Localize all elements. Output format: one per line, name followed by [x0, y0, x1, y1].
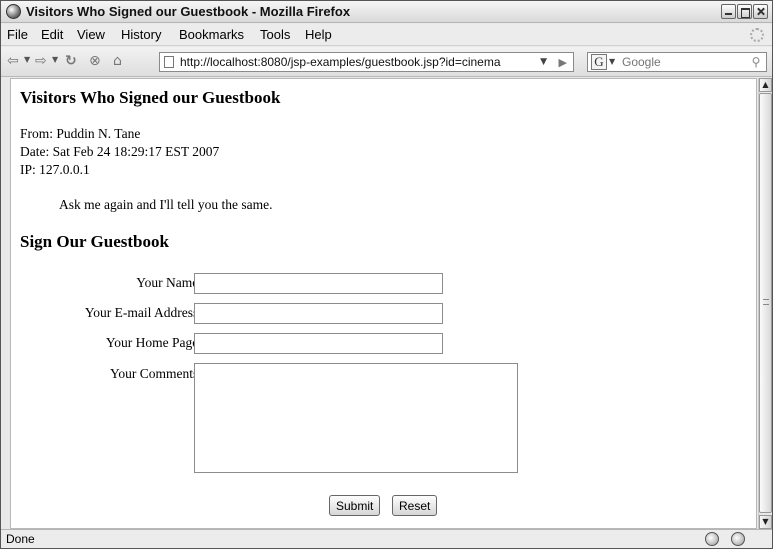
forward-icon[interactable]: ⇨ [35, 53, 47, 69]
homepage-input[interactable] [194, 333, 443, 354]
email-label: Your E-mail Address: [84, 305, 202, 320]
back-icon[interactable]: ⇦ [7, 53, 19, 69]
status-addon-icon[interactable] [705, 532, 719, 546]
email-input[interactable] [194, 303, 443, 324]
entry-date: Date: Sat Feb 24 18:29:17 EST 2007 [20, 144, 220, 159]
navigation-toolbar: ⇦ ▼ ⇨ ▼ ↻ ⊗ ⌂ http://localhost:8080/jsp-… [1, 47, 772, 77]
menu-edit[interactable]: Edit [41, 27, 63, 42]
address-url[interactable]: http://localhost:8080/jsp-examples/guest… [180, 55, 501, 69]
scrollbar-thumb[interactable] [759, 93, 772, 513]
name-input[interactable] [194, 273, 443, 294]
firefox-logo-icon [6, 4, 21, 19]
entry-comment: Ask me again and I'll tell you the same. [59, 197, 273, 212]
title-bar: Visitors Who Signed our Guestbook - Mozi… [1, 1, 772, 23]
comments-textarea[interactable] [194, 363, 518, 473]
search-box: G ▼ ⚲ [587, 52, 767, 72]
status-smiley-icon[interactable] [731, 532, 745, 546]
scroll-up-arrow-icon[interactable]: ▲ [759, 78, 772, 92]
menu-help[interactable]: Help [305, 27, 332, 42]
maximize-button[interactable] [737, 4, 752, 19]
go-icon[interactable]: ▶ [559, 56, 567, 69]
reload-icon[interactable]: ↻ [65, 53, 77, 69]
close-button[interactable] [753, 4, 768, 19]
home-icon[interactable]: ⌂ [113, 53, 122, 69]
stop-icon[interactable]: ⊗ [89, 53, 101, 69]
back-history-dropdown-icon[interactable]: ▼ [24, 55, 30, 64]
search-input[interactable] [620, 54, 730, 70]
menu-tools[interactable]: Tools [260, 27, 290, 42]
url-history-dropdown-icon[interactable]: ▼ [540, 57, 547, 67]
menu-bookmarks[interactable]: Bookmarks [179, 27, 244, 42]
homepage-label: Your Home Page: [105, 335, 202, 350]
name-label: Your Name: [136, 275, 202, 290]
entry-from: From: Puddin N. Tane [20, 126, 141, 141]
browser-window: Visitors Who Signed our Guestbook - Mozi… [0, 0, 773, 549]
menu-bar: File Edit View History Bookmarks Tools H… [1, 24, 772, 46]
reset-button[interactable]: Reset [392, 495, 438, 516]
form-heading: Sign Our Guestbook [20, 232, 169, 251]
menu-history[interactable]: History [121, 27, 161, 42]
forward-history-dropdown-icon[interactable]: ▼ [52, 55, 58, 64]
window-controls [721, 4, 768, 19]
comments-label: Your Comments: [109, 366, 202, 381]
address-bar[interactable]: http://localhost:8080/jsp-examples/guest… [159, 52, 574, 72]
page-icon [164, 56, 174, 68]
scroll-down-arrow-icon[interactable]: ▼ [759, 515, 772, 529]
scrollbar-grip-icon [763, 299, 769, 305]
submit-button[interactable]: Submit [329, 495, 381, 516]
activity-throbber-icon [750, 28, 764, 42]
minimize-button[interactable] [721, 4, 736, 19]
entry-ip: IP: 127.0.0.1 [20, 162, 90, 177]
status-text: Done [6, 532, 35, 546]
page-content: Visitors Who Signed our Guestbook From: … [10, 78, 757, 529]
window-title: Visitors Who Signed our Guestbook - Mozi… [26, 4, 351, 19]
vertical-scrollbar[interactable]: ▲ ▼ [758, 78, 772, 529]
menu-view[interactable]: View [77, 27, 105, 42]
search-engine-icon[interactable]: G [591, 54, 607, 70]
page-heading: Visitors Who Signed our Guestbook [20, 88, 281, 107]
menu-file[interactable]: File [7, 27, 28, 42]
status-bar: Done [1, 529, 772, 548]
search-engine-dropdown-icon[interactable]: ▼ [609, 57, 615, 66]
search-icon[interactable]: ⚲ [747, 54, 765, 70]
